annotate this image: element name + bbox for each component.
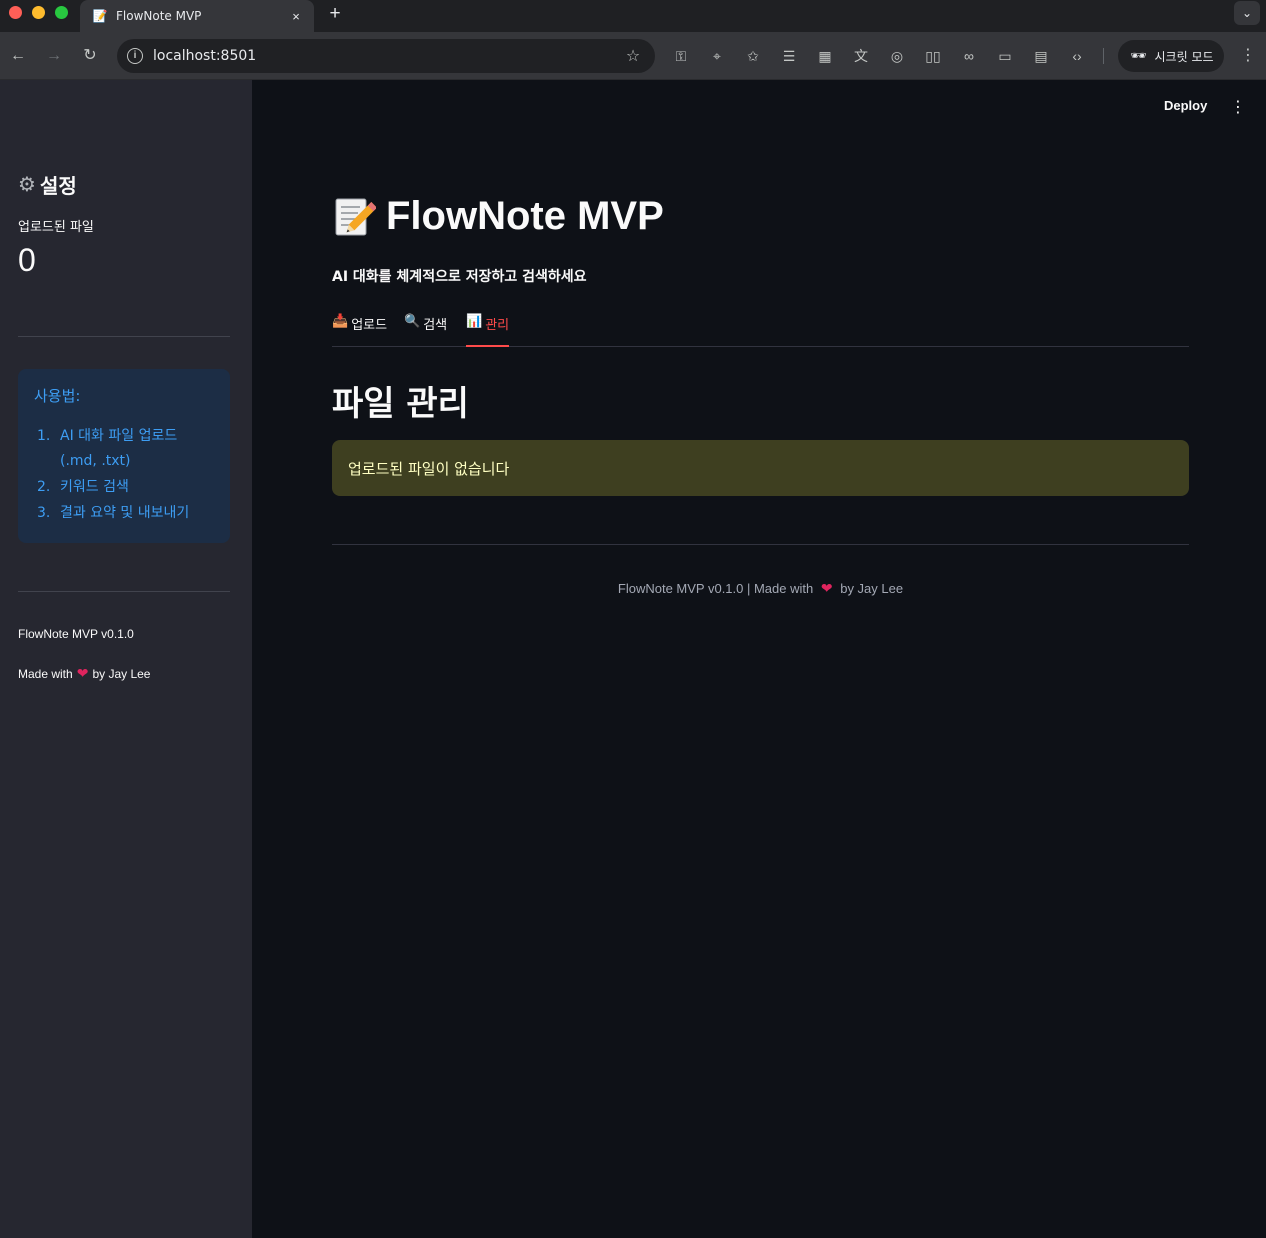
lens-icon[interactable]: ◎ <box>886 45 908 67</box>
qr-code-icon[interactable]: ▦ <box>814 45 836 67</box>
usage-step: 3. 결과 요약 및 내보내기 <box>34 501 214 526</box>
gear-icon: ⚙ <box>18 174 36 196</box>
browser-tab-strip: 📝 FlowNote MVP × + ⌄ <box>0 0 1266 32</box>
usage-step-number: 2. <box>37 479 51 495</box>
heart-icon: ❤ <box>76 665 89 681</box>
heart-icon: ❤ <box>820 580 833 596</box>
incognito-badge[interactable]: 🕶 시크릿 모드 <box>1118 40 1224 72</box>
address-bar[interactable]: i localhost:8501 ☆ <box>117 39 655 73</box>
forward-arrow-icon[interactable]: → <box>42 44 66 68</box>
metric-value: 0 <box>18 242 36 278</box>
warning-text: 업로드된 파일이 없습니다 <box>348 459 510 478</box>
reading-mode-icon[interactable]: ▯▯ <box>922 45 944 67</box>
usage-step-number: 1. <box>37 428 51 444</box>
credit-suffix: by Jay Lee <box>92 666 151 681</box>
usage-step-number: 3. <box>37 505 51 521</box>
sidebar-title-text: 설정 <box>39 176 77 198</box>
footer-prefix: FlowNote MVP v0.1.0 | Made with <box>617 581 814 596</box>
browser-menu-icon[interactable]: ⋮ <box>1240 44 1256 68</box>
sidebar: ⚙ 설정 업로드된 파일 0 사용법: 1. AI 대화 파일 업로드 (.md… <box>0 80 252 1238</box>
tab-manage-label: 관리 <box>485 318 510 333</box>
usage-info-box: 사용법: 1. AI 대화 파일 업로드 (.md, .txt) 2. 키워드 … <box>18 369 230 543</box>
tab-upload-label: 업로드 <box>351 318 388 333</box>
reload-icon[interactable]: ↻ <box>78 44 102 68</box>
usage-step: 1. AI 대화 파일 업로드 (.md, .txt) <box>34 424 214 474</box>
close-tab-icon[interactable]: × <box>288 9 304 24</box>
site-info-icon[interactable]: i <box>127 48 143 64</box>
location-pin-icon[interactable]: ⌖ <box>706 45 728 67</box>
page-title: FlowNote MVP <box>332 194 664 239</box>
cast-icon[interactable]: ▭ <box>994 45 1016 67</box>
credit-prefix: Made with <box>18 666 73 681</box>
minimize-window-button[interactable] <box>32 6 45 19</box>
incognito-label: 시크릿 모드 <box>1154 49 1214 64</box>
tab-manage[interactable]: 📊 관리 <box>466 312 510 347</box>
sidebar-version: FlowNote MVP v0.1.0 <box>18 627 134 641</box>
tab-upload[interactable]: 📥 업로드 <box>332 312 387 347</box>
bar-chart-icon: 📊 <box>466 314 483 329</box>
bookmark-star-icon[interactable]: ☆ <box>621 46 645 66</box>
usage-step-text: AI 대화 파일 업로드 (.md, .txt) <box>60 428 178 469</box>
usage-step-text: 키워드 검색 <box>60 479 129 495</box>
page-title-text: FlowNote MVP <box>386 194 664 238</box>
app-menu-icon[interactable]: ⋮ <box>1230 98 1246 120</box>
sidebar-title: ⚙ 설정 <box>18 170 77 199</box>
tab-search-label: 검색 <box>423 318 448 333</box>
maximize-window-button[interactable] <box>55 6 68 19</box>
browser-toolbar: ← → ↻ i localhost:8501 ☆ ⚿ ⌖ ✩ ☰ ▦ 文 ◎ ▯… <box>0 32 1266 80</box>
usage-step-text: 결과 요약 및 내보내기 <box>60 505 190 521</box>
password-key-icon[interactable]: ⚿ <box>670 45 692 67</box>
deploy-button[interactable]: Deploy <box>1164 98 1207 113</box>
page-footer: FlowNote MVP v0.1.0 | Made with ❤ by Jay… <box>332 580 1189 597</box>
reading-list-icon[interactable]: ☰ <box>778 45 800 67</box>
main-divider <box>332 544 1189 545</box>
browser-tab-title: FlowNote MVP <box>116 9 202 23</box>
usage-steps: 1. AI 대화 파일 업로드 (.md, .txt) 2. 키워드 검색 3.… <box>34 424 214 526</box>
section-title: 파일 관리 <box>332 384 469 424</box>
layout-icon[interactable]: ▤ <box>1030 45 1052 67</box>
magnifier-icon: 🔍 <box>404 314 421 329</box>
memo-favicon-icon: 📝 <box>92 9 108 23</box>
tab-search-chevron-icon[interactable]: ⌄ <box>1234 1 1260 25</box>
back-arrow-icon[interactable]: ← <box>6 44 30 68</box>
sidebar-divider <box>18 591 230 592</box>
sidebar-divider <box>18 336 230 337</box>
metric-label: 업로드된 파일 <box>18 220 94 235</box>
tab-search[interactable]: 🔍 검색 <box>404 312 447 347</box>
toolbar-separator <box>1103 48 1104 64</box>
usage-title: 사용법: <box>34 387 81 405</box>
sidebar-credit: Made with ❤ by Jay Lee <box>18 665 150 682</box>
code-icon[interactable]: ‹› <box>1066 45 1088 67</box>
tab-bar: 📥 업로드 🔍 검색 📊 관리 <box>332 312 1189 347</box>
incognito-icon: 🕶 <box>1130 48 1147 64</box>
footer-suffix: by Jay Lee <box>840 581 904 596</box>
memo-icon <box>335 198 376 235</box>
main-content: Deploy ⋮ FlowNote MVP AI 대화를 체계적으로 저장하고 … <box>252 80 1266 1238</box>
close-window-button[interactable] <box>9 6 22 19</box>
address-url[interactable]: localhost:8501 <box>153 48 621 64</box>
usage-step: 2. 키워드 검색 <box>34 475 214 500</box>
favorites-star-icon[interactable]: ✩ <box>742 45 764 67</box>
translate-icon[interactable]: 文 <box>850 45 872 67</box>
page-subtitle: AI 대화를 체계적으로 저장하고 검색하세요 <box>332 269 587 285</box>
warning-alert: 업로드된 파일이 없습니다 <box>332 440 1189 496</box>
new-tab-button[interactable]: + <box>324 3 346 25</box>
link-icon[interactable]: ∞ <box>958 45 980 67</box>
inbox-tray-icon: 📥 <box>332 314 349 329</box>
browser-tab[interactable]: 📝 FlowNote MVP × <box>80 0 314 32</box>
